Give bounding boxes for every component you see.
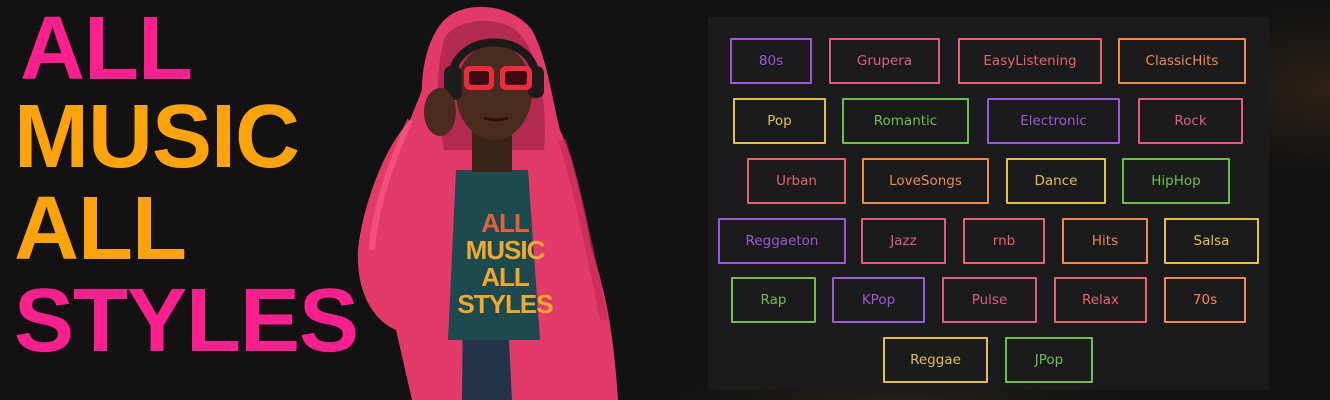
genre-chip-jazz[interactable]: Jazz: [861, 218, 946, 264]
genre-row-3: Urban LoveSongs Dance HipHop: [708, 158, 1269, 204]
genre-chip-label: HipHop: [1151, 173, 1201, 189]
genre-chip-reggaeton[interactable]: Reggaeton: [718, 218, 846, 264]
genre-row-4: Reggaeton Jazz rnb Hits Salsa: [708, 218, 1269, 264]
genre-chip-relax[interactable]: Relax: [1054, 277, 1147, 323]
genre-row-5: Rap KPop Pulse Relax 70s: [708, 277, 1269, 323]
genre-chip-label: Grupera: [856, 53, 913, 69]
genre-chip-easylistening[interactable]: EasyListening: [958, 38, 1102, 84]
genre-chip-label: 70s: [1192, 292, 1218, 308]
shirt-line-4: STYLES: [457, 289, 553, 319]
genre-chip-label: 80s: [758, 53, 784, 69]
genre-chip-label: EasyListening: [983, 53, 1077, 69]
genre-chip-reggae[interactable]: Reggae: [883, 337, 988, 383]
genre-chip-rock[interactable]: Rock: [1138, 98, 1243, 144]
genre-panel: 80s Grupera EasyListening ClassicHits Po…: [708, 17, 1269, 390]
genre-chip-rnb[interactable]: rnb: [963, 218, 1045, 264]
genre-chip-rap[interactable]: Rap: [731, 277, 816, 323]
hero-banner: ALL MUSIC ALL STYLES ALL MUSIC ALL STYLE…: [0, 0, 1330, 400]
genre-chip-80s[interactable]: 80s: [730, 38, 812, 84]
genre-chip-label: Jazz: [890, 233, 917, 249]
genre-chip-70s[interactable]: 70s: [1164, 277, 1246, 323]
headline-line-1: ALL: [20, 0, 193, 99]
genre-chip-label: Urban: [776, 173, 817, 189]
genre-chip-label: Pop: [767, 113, 792, 129]
genre-chip-label: Pulse: [971, 292, 1008, 308]
genre-chip-label: rnb: [992, 233, 1016, 249]
genre-chip-label: Rock: [1174, 113, 1207, 129]
genre-chip-label: Hits: [1091, 233, 1119, 249]
genre-chip-label: Dance: [1034, 173, 1078, 189]
hero-illustration: [357, 6, 618, 400]
genre-chip-grupera[interactable]: Grupera: [829, 38, 940, 84]
genre-chip-label: ClassicHits: [1145, 53, 1219, 69]
genre-row-1: 80s Grupera EasyListening ClassicHits: [708, 38, 1269, 84]
genre-chip-classichits[interactable]: ClassicHits: [1118, 38, 1246, 84]
genre-chip-salsa[interactable]: Salsa: [1164, 218, 1259, 264]
genre-chip-label: LoveSongs: [889, 173, 962, 189]
shirt-line-3: ALL: [481, 262, 530, 292]
genre-chip-urban[interactable]: Urban: [747, 158, 846, 204]
genre-chip-label: Romantic: [873, 113, 938, 129]
genre-chip-label: Reggaeton: [745, 233, 819, 249]
shirt-line-1: ALL: [481, 208, 530, 238]
genre-chip-label: KPop: [861, 292, 896, 308]
headline-line-4: STYLES: [14, 271, 359, 371]
genre-chip-jpop[interactable]: JPop: [1005, 337, 1093, 383]
genre-chip-label: Relax: [1081, 292, 1120, 308]
genre-chip-lovesongs[interactable]: LoveSongs: [862, 158, 989, 204]
shirt-print: ALL MUSIC ALL STYLES: [446, 210, 564, 318]
genre-chip-label: Reggae: [910, 352, 961, 368]
genre-chip-pop[interactable]: Pop: [733, 98, 826, 144]
genre-chip-hits[interactable]: Hits: [1062, 218, 1148, 264]
headline-line-3: ALL: [14, 179, 187, 279]
genre-row-6: Reggae JPop: [708, 337, 1269, 383]
genre-row-2: Pop Romantic Electronic Rock: [708, 98, 1269, 144]
shirt-line-2: MUSIC: [465, 235, 546, 265]
headline-line-2: MUSIC: [14, 87, 300, 187]
genre-chip-romantic[interactable]: Romantic: [842, 98, 969, 144]
genre-chip-hiphop[interactable]: HipHop: [1122, 158, 1230, 204]
genre-chip-label: Salsa: [1193, 233, 1230, 249]
genre-chip-dance[interactable]: Dance: [1006, 158, 1106, 204]
genre-chip-label: JPop: [1034, 352, 1064, 368]
genre-chip-kpop[interactable]: KPop: [832, 277, 925, 323]
genre-chip-electronic[interactable]: Electronic: [987, 98, 1120, 144]
genre-chip-pulse[interactable]: Pulse: [942, 277, 1037, 323]
genre-chip-label: Rap: [760, 292, 787, 308]
genre-chip-label: Electronic: [1020, 113, 1087, 129]
hero-image-woman-with-headphones: [352, 0, 632, 400]
